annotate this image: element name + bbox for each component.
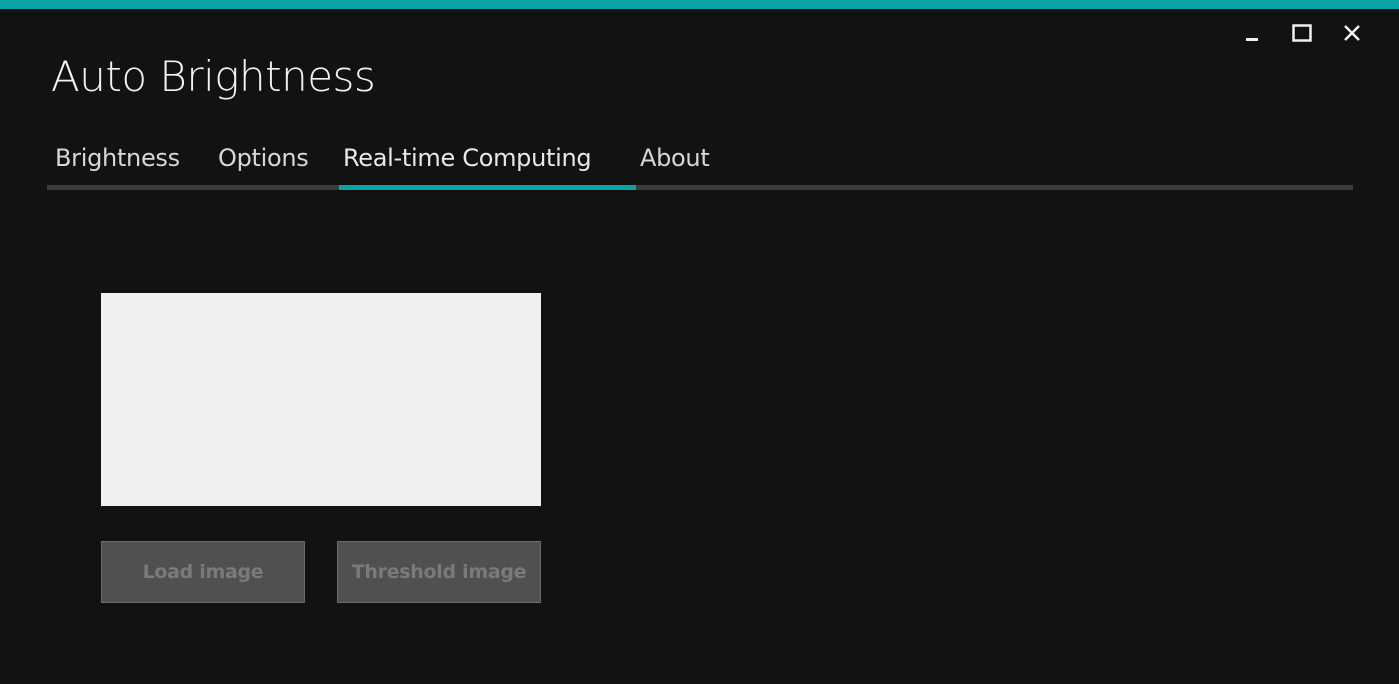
- app-window: Auto Brightness Brightness Options Real-…: [0, 0, 1399, 684]
- minimize-icon: [1244, 25, 1260, 41]
- load-image-button[interactable]: Load image: [101, 541, 305, 603]
- threshold-image-button[interactable]: Threshold image: [337, 541, 541, 603]
- close-icon: [1343, 24, 1361, 42]
- maximize-button[interactable]: [1277, 18, 1327, 48]
- close-button[interactable]: [1327, 18, 1377, 48]
- window-controls: [1227, 18, 1377, 48]
- image-preview: [101, 293, 541, 506]
- tab-options[interactable]: Options: [218, 138, 309, 185]
- app-title: Auto Brightness: [51, 52, 376, 101]
- active-tab-indicator: [339, 185, 636, 190]
- maximize-icon: [1292, 24, 1312, 42]
- tab-real-time-computing[interactable]: Real-time Computing: [343, 138, 592, 185]
- tab-brightness[interactable]: Brightness: [55, 138, 180, 185]
- title-accent-bar: [0, 0, 1399, 9]
- tab-bar: Brightness Options Real-time Computing A…: [47, 138, 1353, 192]
- minimize-button[interactable]: [1227, 18, 1277, 48]
- tab-about[interactable]: About: [640, 138, 710, 185]
- tab-track: [47, 185, 1353, 190]
